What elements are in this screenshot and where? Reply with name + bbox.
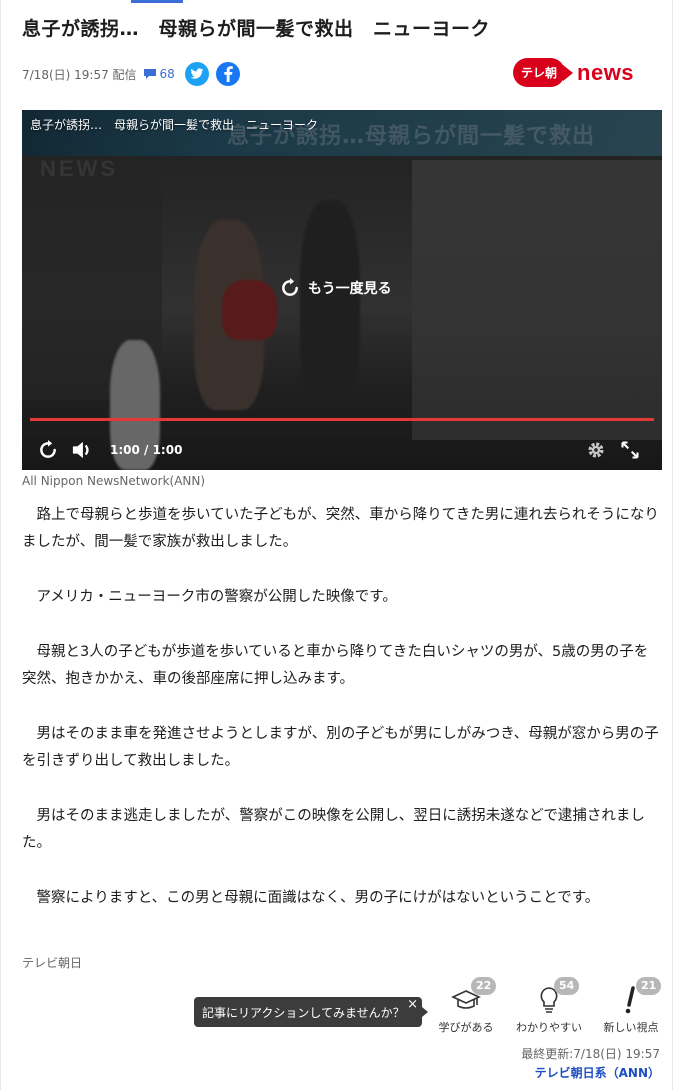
last-updated: 最終更新:7/18(日) 19:57 — [521, 1047, 660, 1061]
brand-logo[interactable]: テレ朝 news — [513, 58, 634, 87]
article-paragraph: アメリカ・ニューヨーク市の警察が公開した映像です。 — [36, 589, 397, 605]
comment-count[interactable]: 68 — [160, 67, 175, 81]
reaction-new-perspective-button[interactable]: 21 新しい視点 — [596, 977, 666, 1035]
article-paragraph: 警察によりますと、この男と母親に面識はなく、男の子にけがはないということです。 — [36, 890, 600, 906]
facebook-share-button[interactable] — [215, 62, 240, 86]
volume-button[interactable] — [68, 436, 96, 464]
reaction-learn-button[interactable]: 22 学びがある — [431, 977, 501, 1035]
volume-icon — [72, 441, 89, 459]
reaction-label: 学びがある — [438, 1021, 494, 1034]
headline: 息子が誘拐… 母親らが間一髪で救出 ニューヨーク — [22, 18, 491, 40]
twitter-share-button[interactable] — [184, 62, 209, 86]
settings-button[interactable] — [582, 436, 610, 464]
reaction-count: 22 — [471, 977, 497, 995]
fullscreen-button[interactable] — [616, 436, 644, 464]
article-paragraph: 母親と3人の子どもが歩道を歩いていると車から降りてきた白いシャツの男が、5歳の男… — [22, 644, 649, 687]
replay-control-button[interactable] — [34, 436, 62, 464]
top-accent-bar — [131, 0, 183, 3]
reaction-prompt-tooltip: 記事にリアクションしてみませんか？ × — [194, 997, 428, 1027]
article-paragraph: 男はそのまま逃走しましたが、警察がこの映像を公開し、翌日に誘拐未遂などで逮捕され… — [22, 808, 645, 851]
replay-button[interactable]: もう一度見る — [280, 278, 392, 298]
fullscreen-icon — [621, 441, 639, 459]
twitter-icon — [190, 68, 204, 79]
reaction-clear-button[interactable]: 54 わかりやすい — [514, 977, 584, 1035]
reaction-count: 54 — [554, 977, 580, 995]
gear-icon — [588, 442, 604, 458]
publish-date: 7/18(日) 19:57 配信 — [22, 67, 137, 82]
provider-link[interactable]: テレビ朝日系（ANN） — [535, 1064, 660, 1081]
video-progress-bar[interactable] — [30, 418, 654, 421]
reaction-label: 新しい視点 — [603, 1021, 659, 1034]
reaction-label: わかりやすい — [516, 1021, 582, 1034]
video-title: 息子が誘拐… 母親らが間一髪で救出 ニューヨーク — [30, 118, 319, 132]
article-paragraph: 男はそのまま車を発進させようとしますが、別の子どもが男にしがみつき、母親が窓から… — [22, 726, 659, 769]
video-controls: 1:00 / 1:00 — [22, 430, 662, 470]
article-page: 息子が誘拐… 母親らが間一髪で救出 ニューヨーク 7/18(日) 19:57 配… — [0, 0, 673, 1090]
video-caption: All Nippon NewsNetwork(ANN) — [22, 474, 206, 488]
tooltip-tail — [422, 1007, 428, 1017]
replay-icon — [40, 440, 56, 458]
play-arrow-icon — [563, 64, 574, 81]
article-meta: 7/18(日) 19:57 配信 68 — [22, 62, 247, 86]
brand-news-wordmark: news — [577, 59, 635, 85]
replay-icon — [282, 278, 298, 296]
article-source: テレビ朝日 — [22, 956, 83, 970]
article-body: 路上で母親らと歩道を歩いていた子どもが、突然、車から降りてきた男に連れ去られそう… — [22, 502, 662, 940]
article-paragraph: 路上で母親らと歩道を歩いていた子どもが、突然、車から降りてきた男に連れ去られそう… — [22, 507, 659, 550]
reaction-prompt-text: 記事にリアクションしてみませんか？ — [202, 1005, 405, 1020]
comment-icon[interactable] — [143, 68, 157, 80]
video-player[interactable]: 息子が誘拐…母親らが間一髪で救出 NEWS 息子が誘拐… 母親らが間一髪で救出 … — [22, 110, 662, 470]
close-icon[interactable]: × — [407, 997, 418, 1012]
video-time: 1:00 / 1:00 — [110, 443, 183, 457]
reaction-count: 21 — [636, 977, 662, 995]
facebook-icon — [224, 66, 233, 82]
replay-label: もう一度見る — [308, 281, 392, 297]
brand-badge: テレ朝 — [513, 58, 566, 87]
